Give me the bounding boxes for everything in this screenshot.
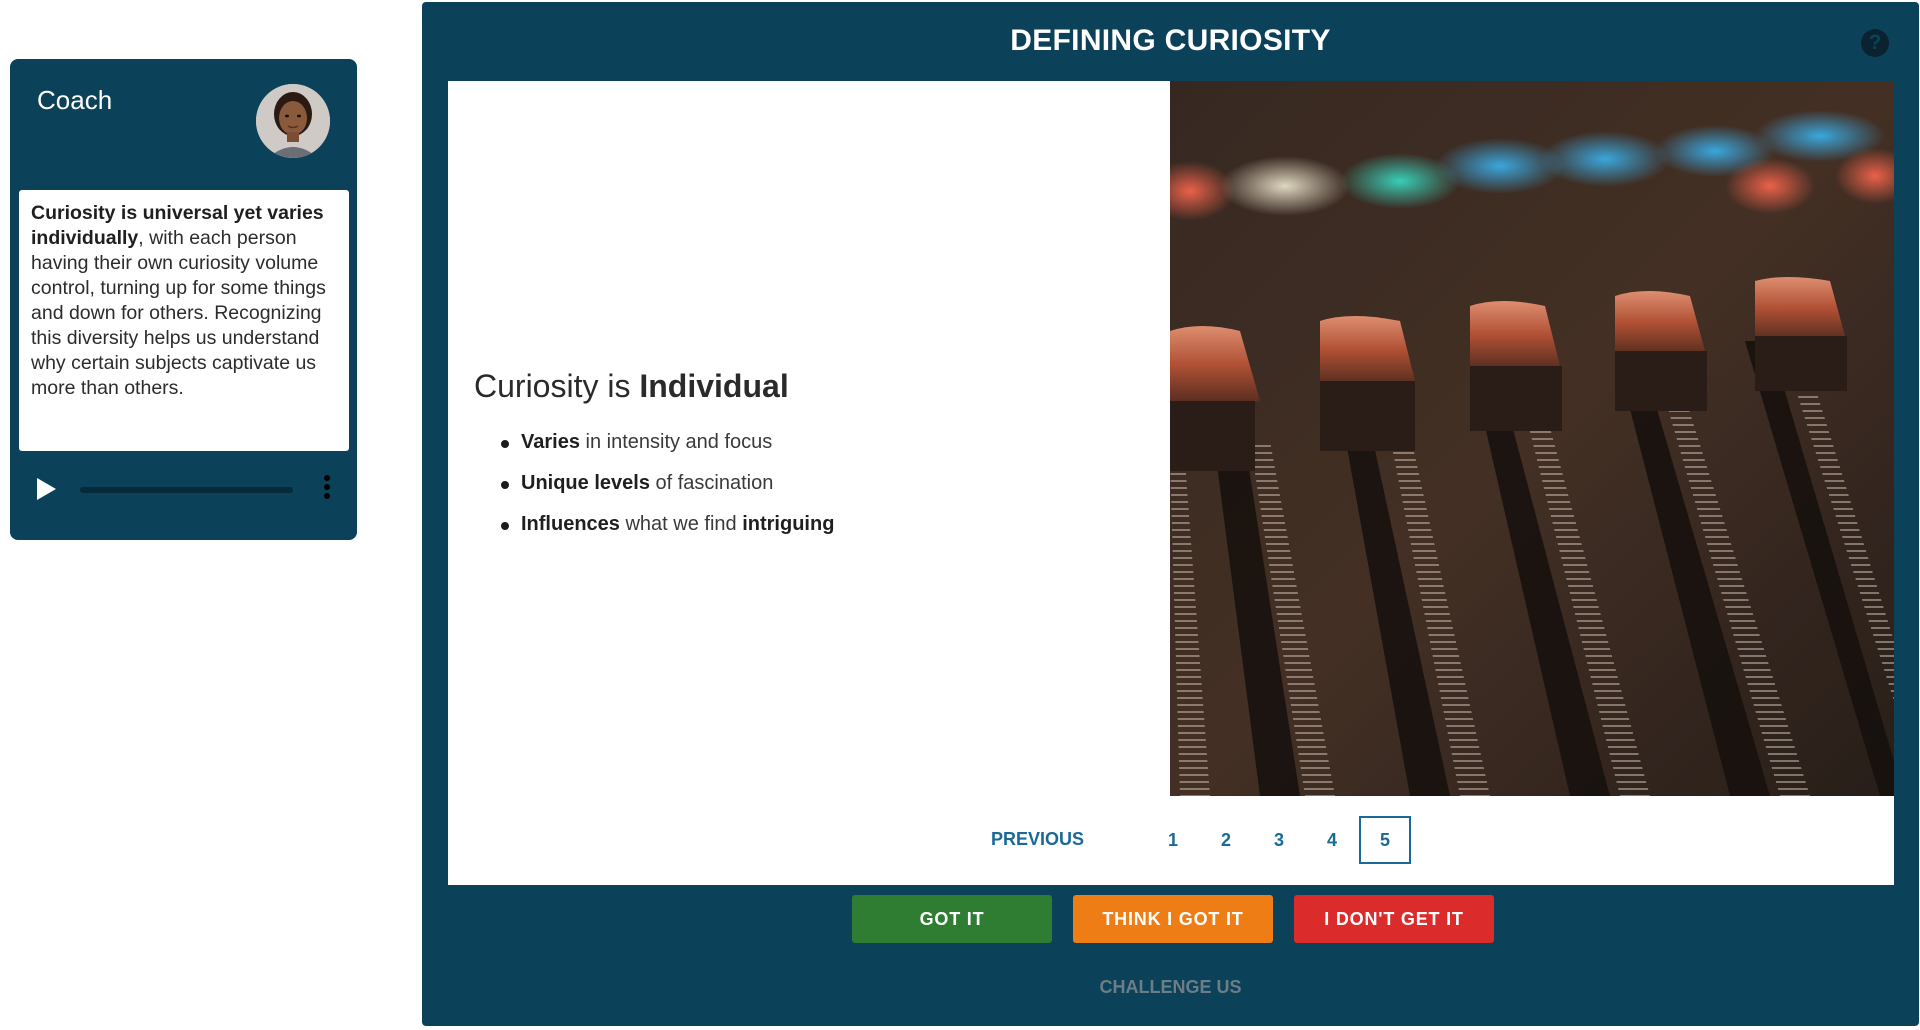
page-1-button[interactable]: 1: [1147, 816, 1199, 864]
page-3-button[interactable]: 3: [1253, 816, 1305, 864]
question-circle-icon[interactable]: ?: [1861, 29, 1889, 57]
coach-avatar: [256, 84, 330, 158]
pagination: PREVIOUS 1 2 3 4 5: [448, 816, 1894, 864]
bullet-bold: Unique levels: [521, 472, 650, 494]
slide-heading-plain: Curiosity is: [474, 368, 640, 404]
comprehension-actions: GOT IT THINK I GOT IT I DON'T GET IT: [422, 895, 1919, 943]
page-2-button[interactable]: 2: [1200, 816, 1252, 864]
page-5-button[interactable]: 5: [1359, 816, 1411, 864]
audio-mixer-image: [1170, 81, 1894, 796]
bullet-list: Varies in intensity and focus Unique lev…: [498, 422, 834, 545]
think-i-got-it-button[interactable]: THINK I GOT IT: [1073, 895, 1273, 943]
i-dont-get-it-button[interactable]: I DON'T GET IT: [1294, 895, 1494, 943]
previous-button[interactable]: PREVIOUS: [991, 829, 1084, 850]
bullet-text: in intensity and focus: [579, 431, 773, 453]
coach-panel: Coach Curiosity is universal yet varies …: [10, 59, 357, 540]
bullet-item: Influences what we find intriguing: [498, 504, 834, 545]
page-title: DEFINING CURIOSITY: [1010, 24, 1331, 57]
page-4-button[interactable]: 4: [1306, 816, 1358, 864]
got-it-button[interactable]: GOT IT: [852, 895, 1052, 943]
bullet-text: what we find: [619, 513, 743, 535]
bullet-item: Unique levels of fascination: [498, 463, 834, 504]
challenge-us-link[interactable]: CHALLENGE US: [422, 977, 1919, 998]
coach-message-text: , with each person having their own curi…: [31, 227, 326, 399]
lesson-frame: DEFINING CURIOSITY ? Curiosity is Indivi…: [422, 2, 1919, 1026]
more-options-icon[interactable]: [322, 475, 332, 505]
slide-heading: Curiosity is Individual: [474, 368, 789, 405]
audio-player: [10, 464, 357, 514]
slide-heading-bold: Individual: [639, 368, 789, 404]
play-icon[interactable]: [34, 476, 58, 502]
slide-content: Curiosity is Individual Varies in intens…: [448, 81, 1894, 885]
bullet-bold: intriguing: [742, 513, 835, 535]
coach-message: Curiosity is universal yet varies indivi…: [19, 190, 349, 451]
bullet-text: of fascination: [649, 472, 774, 494]
bullet-item: Varies in intensity and focus: [498, 422, 834, 463]
coach-title: Coach: [37, 85, 113, 115]
bullet-bold: Varies: [521, 431, 580, 453]
audio-seek-bar[interactable]: [80, 487, 293, 493]
bullet-bold: Influences: [521, 513, 620, 535]
